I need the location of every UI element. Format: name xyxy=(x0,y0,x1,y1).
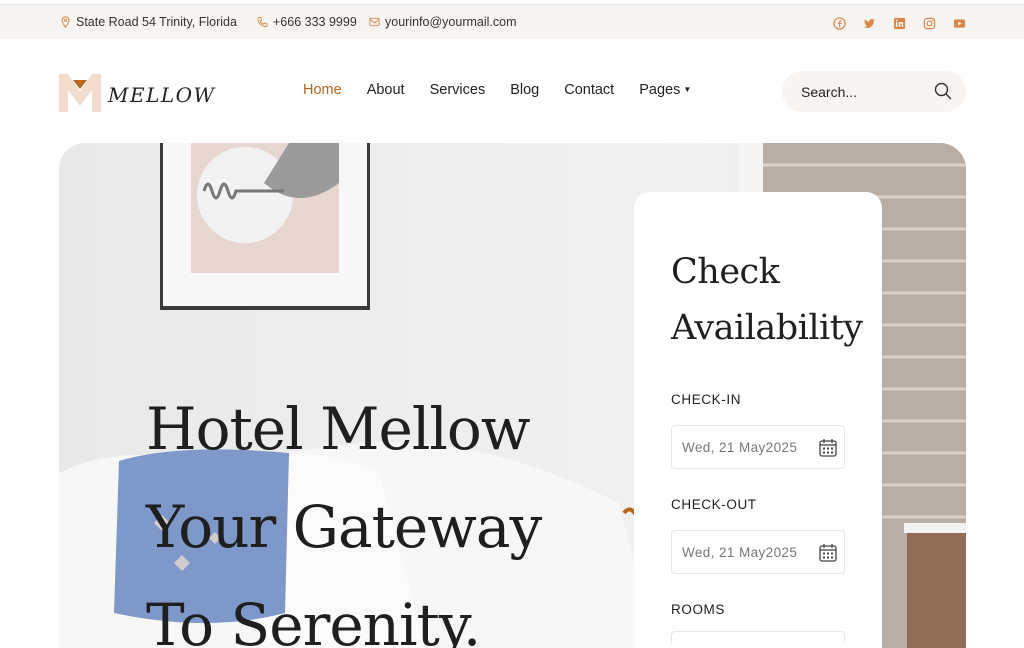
twitter-icon[interactable] xyxy=(862,16,876,30)
calendar-icon[interactable] xyxy=(818,542,838,563)
hero-title: Hotel Mellow Your Gateway To Serenity. xyxy=(146,395,542,648)
search-box xyxy=(782,71,966,112)
check-availability-card: Check Availability CHECK-IN Wed, 21 May2… xyxy=(634,192,882,648)
search-input[interactable] xyxy=(801,83,931,100)
checkin-label: CHECK-IN xyxy=(671,392,742,407)
phone-icon xyxy=(257,16,268,28)
search-icon[interactable] xyxy=(934,82,952,100)
site-logo[interactable]: MELLOW xyxy=(59,72,216,112)
nav-services[interactable]: Services xyxy=(430,82,486,98)
card-title: Check Availability xyxy=(671,252,863,348)
phone-text[interactable]: +666 333 9999 xyxy=(273,15,357,29)
caret-down-icon: ▼ xyxy=(683,85,692,94)
nav-blog[interactable]: Blog xyxy=(510,82,539,98)
checkout-label: CHECK-OUT xyxy=(671,497,757,512)
social-links xyxy=(832,16,966,30)
checkout-value: Wed, 21 May2025 xyxy=(682,544,798,560)
checkout-date-field[interactable]: Wed, 21 May2025 xyxy=(671,530,845,574)
youtube-icon[interactable] xyxy=(952,16,966,30)
nav-contact[interactable]: Contact xyxy=(564,82,614,98)
facebook-icon[interactable] xyxy=(832,16,846,30)
main-nav: Home About Services Blog Contact Pages ▼ xyxy=(303,82,691,98)
nav-pages-label: Pages xyxy=(639,82,681,98)
nav-pages[interactable]: Pages ▼ xyxy=(639,82,691,98)
address-item: State Road 54 Trinity, Florida xyxy=(60,15,237,29)
phone-item[interactable]: +666 333 9999 xyxy=(257,15,357,29)
email-text[interactable]: yourinfo@yourmail.com xyxy=(385,15,516,29)
logo-mark xyxy=(59,72,101,112)
rooms-select[interactable] xyxy=(671,631,845,643)
checkin-value: Wed, 21 May2025 xyxy=(682,439,798,455)
checkin-date-field[interactable]: Wed, 21 May2025 xyxy=(671,425,845,469)
logo-text: MELLOW xyxy=(108,83,216,107)
calendar-icon[interactable] xyxy=(818,437,838,458)
rooms-label: ROOMS xyxy=(671,602,726,617)
instagram-icon[interactable] xyxy=(922,16,936,30)
location-pin-icon xyxy=(61,16,70,28)
nav-about[interactable]: About xyxy=(367,82,405,98)
address-text: State Road 54 Trinity, Florida xyxy=(76,15,237,29)
linkedin-icon[interactable] xyxy=(892,16,906,30)
top-info-bar: State Road 54 Trinity, Florida +666 333 … xyxy=(0,4,1024,39)
email-item[interactable]: yourinfo@yourmail.com xyxy=(369,15,516,29)
envelope-icon xyxy=(369,17,380,27)
nav-home[interactable]: Home xyxy=(303,82,342,98)
